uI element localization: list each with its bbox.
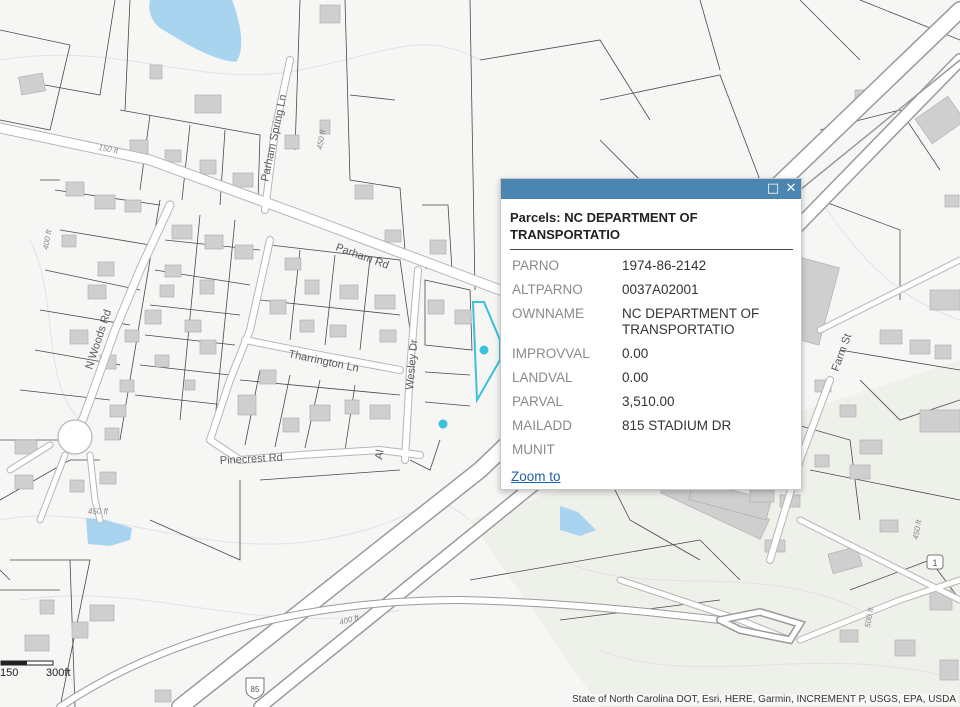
map-attribution: State of North Carolina DOT, Esri, HERE,… <box>570 694 958 705</box>
attribute-row: PARNO 1974-86-2142 <box>510 254 792 278</box>
attribute-value: 0037A02001 <box>622 282 699 297</box>
attribute-row: MAILADD 815 STADIUM DR <box>510 414 792 438</box>
attribute-value <box>622 438 792 462</box>
attribute-row: ALTPARNO 0037A02001 <box>510 278 792 302</box>
parcel-popup: □ ✕ Parcels: NC DEPARTMENT OF TRANSPORTA… <box>500 178 802 490</box>
attribute-key: LANDVAL <box>512 370 573 385</box>
attribute-row: PARVAL 3,510.00 <box>510 390 792 414</box>
attribute-row: OWNNAME NC DEPARTMENT OF TRANSPORTATIO <box>510 302 792 342</box>
attribute-value: 3,510.00 <box>622 394 675 409</box>
elevation-label: 450 ft <box>88 507 109 516</box>
interstate-shield-icon: 85 <box>245 677 265 700</box>
attribute-value: 815 STADIUM DR <box>622 418 732 433</box>
svg-text:1: 1 <box>932 558 937 568</box>
attribute-value: NC DEPARTMENT OF TRANSPORTATIO <box>622 306 760 337</box>
attribute-key: OWNNAME <box>512 306 584 321</box>
attribute-key: MUNIT <box>512 442 555 457</box>
attribute-key: ALTPARNO <box>512 282 583 297</box>
attribute-value: 0.00 <box>622 370 649 385</box>
zoom-to-link[interactable]: Zoom to <box>511 469 561 484</box>
attribute-key: IMPROVVAL <box>512 346 590 361</box>
road-label-unnamed: Al <box>373 449 387 461</box>
maximize-icon[interactable]: □ <box>765 181 781 197</box>
popup-header: □ ✕ <box>501 179 801 199</box>
map-canvas[interactable]: Parham Rd Parham Spring Ln N Woods Rd Th… <box>0 0 960 707</box>
scale-label-left: 150 <box>0 667 19 679</box>
parcel-marker[interactable] <box>438 419 448 429</box>
scale-bar <box>0 660 54 666</box>
attribute-key: PARVAL <box>512 394 564 409</box>
attribute-key: PARNO <box>512 258 560 273</box>
close-icon[interactable]: ✕ <box>783 181 799 197</box>
attribute-row: IMPROVVAL 0.00 <box>510 342 792 366</box>
us-route-shield-icon: 1 <box>926 554 944 570</box>
popup-title: Parcels: NC DEPARTMENT OF TRANSPORTATIO <box>510 209 793 250</box>
attribute-value: 1974-86-2142 <box>622 258 707 273</box>
attribute-row: MUNIT <box>510 438 792 462</box>
attribute-value: 0.00 <box>622 346 649 361</box>
attribute-key: MAILADD <box>512 418 573 433</box>
attribute-row: LANDVAL 0.00 <box>510 366 792 390</box>
svg-text:85: 85 <box>251 685 260 694</box>
attribute-table: PARNO 1974-86-2142 ALTPARNO 0037A02001 OWN… <box>510 254 792 462</box>
scale-label-right: 300ft <box>46 667 71 679</box>
